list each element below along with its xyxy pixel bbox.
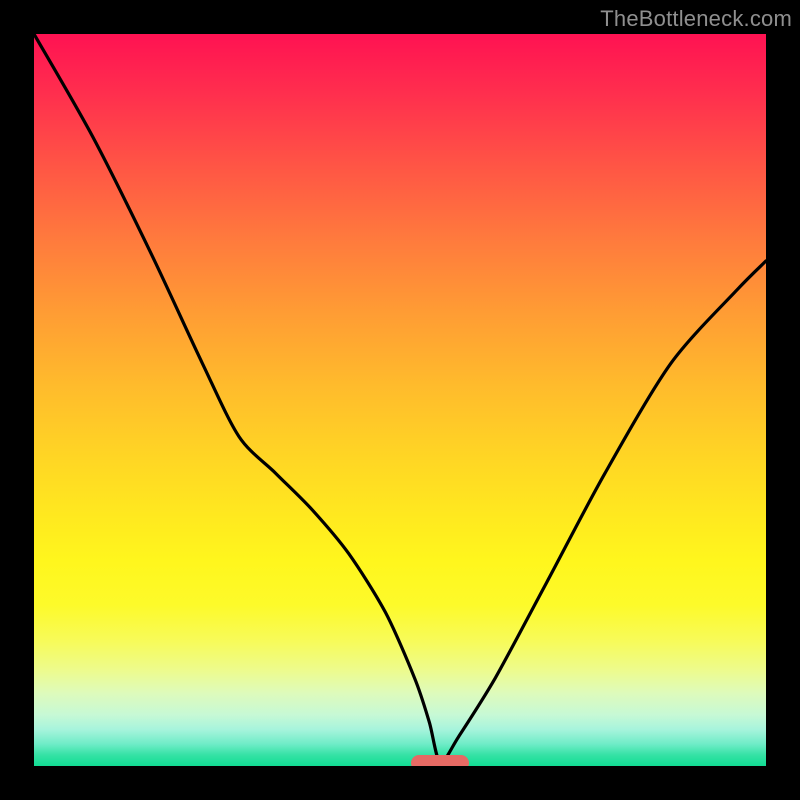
bottleneck-curve [34, 34, 766, 766]
curve-path [34, 34, 766, 762]
frame: TheBottleneck.com [0, 0, 800, 800]
watermark-text: TheBottleneck.com [600, 6, 792, 32]
optimal-marker [411, 755, 469, 766]
plot-area [34, 34, 766, 766]
